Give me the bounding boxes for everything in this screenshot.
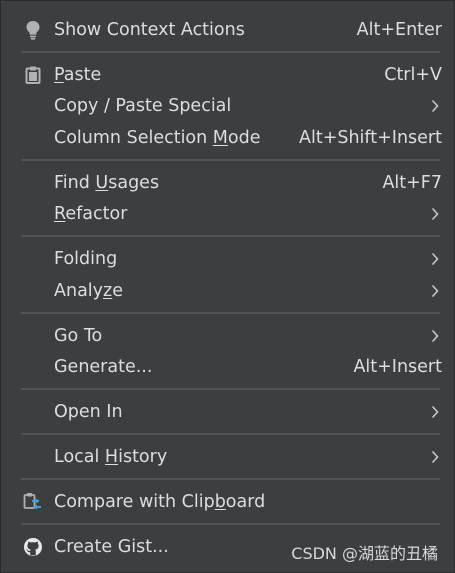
menu-item-open-in[interactable]: Open In: [1, 397, 455, 427]
menu-item-paste[interactable]: Paste Ctrl+V: [1, 60, 455, 90]
menu-separator: [21, 433, 440, 435]
menu-item-show-context-actions[interactable]: Show Context Actions Alt+Enter: [1, 15, 455, 45]
menu-item-label: Generate...: [54, 357, 153, 377]
menu-item-label: Compare with Clipboard: [54, 492, 266, 512]
menu-item-label: Create Gist...: [54, 537, 169, 557]
chevron-right-icon: [431, 405, 439, 419]
menu-item-label: Copy / Paste Special: [54, 96, 232, 116]
menu-item-analyze[interactable]: Analyze: [1, 276, 455, 306]
chevron-right-icon: [431, 450, 439, 464]
menu-item-generate[interactable]: Generate... Alt+Insert: [1, 352, 455, 382]
menu-item-label: Find Usages: [54, 173, 160, 193]
menu-separator: [21, 159, 440, 161]
menu-separator: [21, 235, 440, 237]
menu-item-folding[interactable]: Folding: [1, 244, 455, 274]
menu-item-label: Local History: [54, 447, 168, 467]
watermark-text: CSDN @湖蓝的丑橘: [291, 544, 438, 563]
chevron-right-icon: [431, 99, 439, 113]
menu-item-label: Folding: [54, 249, 118, 269]
menu-item-compare-with-clipboard[interactable]: Compare with Clipboard: [1, 487, 455, 517]
menu-item-label: Analyze: [54, 281, 123, 301]
menu-item-local-history[interactable]: Local History: [1, 442, 455, 472]
clipboard-paste-icon: [23, 65, 43, 85]
menu-item-shortcut: Alt+Enter: [356, 20, 442, 40]
menu-item-label: Paste: [54, 65, 102, 85]
menu-item-copy-paste-special[interactable]: Copy / Paste Special: [1, 91, 455, 121]
menu-separator: [21, 51, 440, 53]
menu-item-shortcut: Alt+Shift+Insert: [299, 128, 442, 148]
menu-item-shortcut: Alt+Insert: [353, 357, 442, 377]
menu-item-refactor[interactable]: Refactor: [1, 199, 455, 229]
menu-separator: [21, 478, 440, 480]
lightbulb-icon: [23, 20, 43, 40]
context-menu: Show Context Actions Alt+Enter Paste Ctr…: [0, 0, 455, 573]
menu-item-label: Show Context Actions: [54, 20, 245, 40]
menu-item-label: Open In: [54, 402, 123, 422]
github-icon: [23, 537, 43, 557]
menu-separator: [21, 388, 440, 390]
menu-item-label: Go To: [54, 326, 103, 346]
menu-item-find-usages[interactable]: Find Usages Alt+F7: [1, 168, 455, 198]
menu-separator: [21, 312, 440, 314]
chevron-right-icon: [431, 252, 439, 266]
menu-item-shortcut: Alt+F7: [382, 173, 442, 193]
chevron-right-icon: [431, 207, 439, 221]
compare-clipboard-icon: [23, 492, 43, 512]
menu-separator: [21, 523, 440, 525]
menu-item-label: Refactor: [54, 204, 128, 224]
chevron-right-icon: [431, 329, 439, 343]
menu-item-go-to[interactable]: Go To: [1, 321, 455, 351]
menu-item-column-selection-mode[interactable]: Column Selection Mode Alt+Shift+Insert: [1, 123, 455, 153]
menu-item-shortcut: Ctrl+V: [384, 65, 442, 85]
menu-item-label: Column Selection Mode: [54, 128, 261, 148]
chevron-right-icon: [431, 284, 439, 298]
